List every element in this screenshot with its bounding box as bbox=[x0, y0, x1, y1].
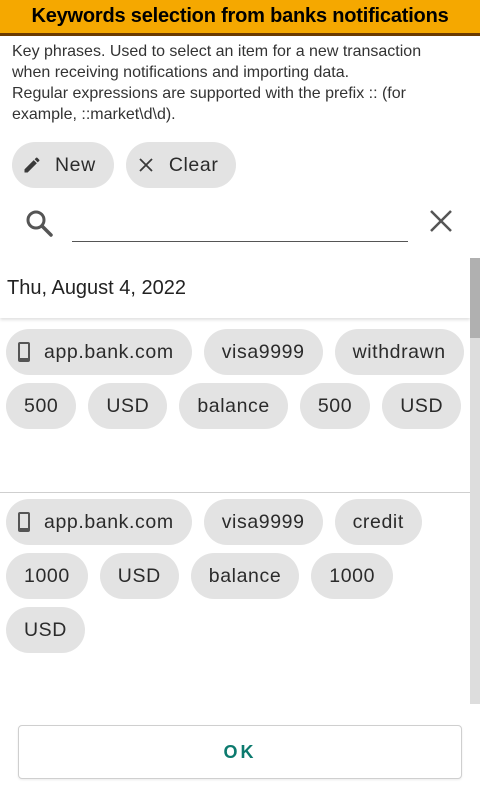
keyword-label: 500 bbox=[317, 394, 353, 417]
keyword-label: balance bbox=[197, 394, 270, 417]
notifications-list[interactable]: Thu, August 4, 2022 app.bank.com visa999… bbox=[0, 258, 480, 704]
keyword-chip[interactable]: app.bank.com bbox=[6, 499, 192, 545]
keyword-chip[interactable]: 1000 bbox=[311, 553, 394, 599]
keyword-label: 500 bbox=[24, 394, 59, 417]
search-bar bbox=[0, 196, 480, 256]
dialog-title-bar: Keywords selection from banks notificati… bbox=[0, 0, 480, 36]
keyword-chip[interactable]: visa9999 bbox=[203, 499, 323, 545]
keyword-label: USD bbox=[24, 618, 67, 641]
keyword-label: visa9999 bbox=[221, 510, 305, 533]
keyword-chip[interactable]: credit bbox=[334, 499, 422, 545]
search-icon bbox=[24, 208, 54, 238]
clear-button[interactable]: Clear bbox=[125, 142, 237, 188]
description-line: Key phrases. Used to select an item for … bbox=[12, 43, 422, 60]
description-line: when receiving notifications and importi… bbox=[12, 64, 350, 81]
keyword-label: 1000 bbox=[329, 564, 376, 587]
keyword-label: balance bbox=[208, 564, 282, 587]
keyword-chip[interactable]: balance bbox=[179, 383, 288, 429]
action-chips: New Clear bbox=[12, 142, 237, 188]
pencil-icon bbox=[21, 154, 43, 176]
keyword-chip[interactable]: USD bbox=[88, 383, 168, 429]
keyword-chip[interactable]: visa9999 bbox=[203, 329, 323, 375]
keyword-label: visa9999 bbox=[221, 340, 305, 363]
keyword-label: USD bbox=[106, 394, 150, 417]
close-icon bbox=[135, 154, 157, 176]
dialog-title: Keywords selection from banks notificati… bbox=[31, 5, 449, 27]
keyword-chip[interactable]: app.bank.com bbox=[6, 329, 192, 375]
keyword-chip[interactable]: USD bbox=[382, 383, 462, 429]
keyword-chip[interactable]: 500 bbox=[6, 383, 77, 429]
scrollbar-thumb[interactable] bbox=[470, 258, 480, 338]
scrollbar[interactable] bbox=[470, 258, 480, 704]
ok-button[interactable]: OK bbox=[18, 725, 462, 779]
keyword-label: withdrawn bbox=[352, 340, 446, 363]
phone-icon bbox=[18, 342, 30, 362]
keyword-chip[interactable]: 500 bbox=[299, 383, 371, 429]
keyword-label: credit bbox=[352, 510, 404, 533]
group-divider bbox=[0, 492, 470, 493]
keyword-chip[interactable]: USD bbox=[99, 553, 179, 599]
keyword-label: 1000 bbox=[24, 564, 70, 587]
keyword-label: USD bbox=[117, 564, 161, 587]
dialog-description: Key phrases. Used to select an item for … bbox=[12, 41, 474, 125]
keyword-label: app.bank.com bbox=[44, 510, 174, 533]
ok-button-label: OK bbox=[223, 741, 257, 762]
description-line: Regular expressions are supported with t… bbox=[12, 85, 406, 102]
keyword-chip[interactable]: 1000 bbox=[6, 553, 88, 599]
description-line: example, ::market\d\d). bbox=[12, 106, 176, 123]
keyword-label: USD bbox=[400, 394, 444, 417]
clear-button-label: Clear bbox=[168, 153, 219, 176]
phone-icon bbox=[18, 512, 30, 532]
keyword-chip[interactable]: USD bbox=[6, 607, 85, 653]
search-input[interactable] bbox=[72, 204, 408, 242]
keyword-label: app.bank.com bbox=[44, 340, 174, 363]
new-button-label: New bbox=[55, 153, 96, 176]
notification-group: app.bank.com visa9999 withdrawn 500 USD … bbox=[6, 329, 466, 429]
keyword-chip[interactable]: balance bbox=[190, 553, 300, 599]
clear-search-icon[interactable] bbox=[428, 208, 454, 234]
new-button[interactable]: New bbox=[12, 142, 114, 188]
keyword-chip[interactable]: withdrawn bbox=[334, 329, 464, 375]
date-header: Thu, August 4, 2022 bbox=[0, 258, 470, 318]
notification-group: app.bank.com visa9999 credit 1000 USD ba… bbox=[6, 499, 466, 653]
